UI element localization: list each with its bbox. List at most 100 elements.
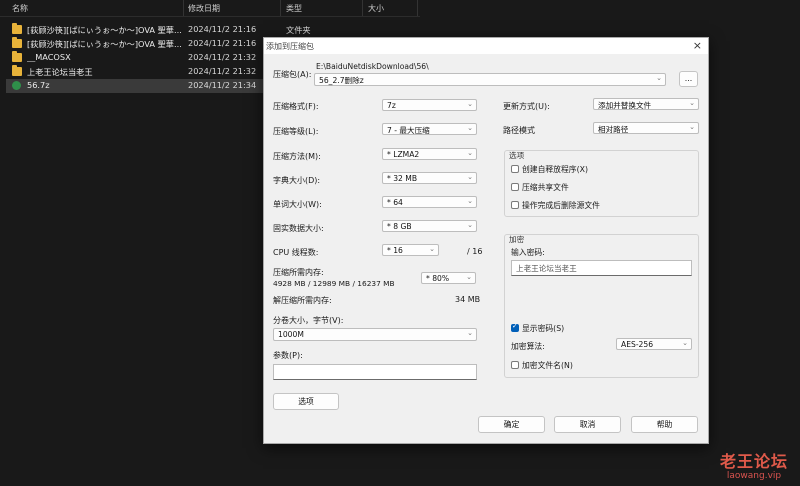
- column-divider[interactable]: [362, 0, 363, 16]
- update-select[interactable]: 添加并替换文件 ⌄: [593, 98, 699, 110]
- decompress-value: 34 MB: [455, 295, 481, 304]
- level-value: 7 - 最大压缩: [387, 126, 430, 135]
- split-combo[interactable]: 1000M ⌄: [273, 328, 477, 341]
- level-select[interactable]: 7 - 最大压缩 ⌄: [382, 123, 477, 135]
- chevron-down-icon: ⌄: [467, 329, 473, 337]
- chevron-down-icon: ⌄: [467, 124, 473, 132]
- password-input[interactable]: 上老王论坛当老王: [511, 260, 692, 276]
- chevron-down-icon: ⌄: [656, 74, 662, 82]
- update-value: 添加并替换文件: [598, 101, 652, 110]
- folder-icon: [12, 51, 22, 62]
- dict-select[interactable]: * 32 MB ⌄: [382, 172, 477, 184]
- encrypt-names-label: 加密文件名(N): [522, 361, 573, 370]
- split-value: 1000M: [278, 330, 304, 339]
- folder-icon: [12, 37, 22, 48]
- dialog-title: 添加到压缩包: [266, 42, 314, 51]
- params-input[interactable]: [273, 364, 477, 380]
- site-watermark-logo: 老王论坛 laowang.vip: [716, 453, 792, 482]
- file-date: 2024/11/2 21:34: [188, 80, 257, 90]
- format-label: 压缩格式(F):: [273, 102, 319, 111]
- archive-label: 压缩包(A):: [273, 70, 312, 79]
- file-name: 56.7z: [27, 80, 50, 90]
- help-button[interactable]: 帮助: [631, 416, 698, 433]
- close-icon[interactable]: ×: [693, 39, 702, 53]
- format-select[interactable]: 7z ⌄: [382, 99, 477, 111]
- threads-label: CPU 线程数:: [273, 248, 319, 257]
- solid-value: * 8 GB: [387, 222, 412, 231]
- folder-icon: [12, 23, 22, 34]
- chevron-down-icon: ⌄: [689, 99, 695, 107]
- dialog-titlebar[interactable]: 添加到压缩包 ×: [264, 38, 708, 54]
- password-label: 输入密码:: [511, 248, 545, 257]
- memory-select[interactable]: * 80% ⌄: [421, 272, 476, 284]
- browse-button[interactable]: ...: [679, 71, 698, 87]
- file-row[interactable]: [荻顾沙筷][ばにぃうぉ～か～]OVA 聖華... 2024/11/2 21:1…: [6, 23, 311, 37]
- column-size[interactable]: 大小: [368, 3, 384, 14]
- column-header: 名称 修改日期 类型 大小: [0, 0, 420, 17]
- encrypt-names-checkbox[interactable]: [511, 361, 519, 369]
- file-date: 2024/11/2 21:16: [188, 24, 257, 34]
- file-row-selected[interactable]: 56.7z 2024/11/2 21:34: [6, 79, 283, 93]
- options-group-title: 选项: [509, 151, 525, 160]
- show-password-checkbox[interactable]: [511, 322, 519, 332]
- word-select[interactable]: * 64 ⌄: [382, 196, 477, 208]
- watermark-url: laowang.vip: [726, 471, 782, 481]
- memory-label: 压缩所需内存:: [273, 268, 324, 277]
- encryption-method-select[interactable]: AES-256 ⌄: [616, 338, 692, 350]
- sfx-checkbox[interactable]: [511, 165, 519, 173]
- chevron-down-icon: ⌄: [467, 100, 473, 108]
- file-name: [荻顾沙筷][ばにぃうぉ～か～]OVA 聖華...: [27, 25, 182, 35]
- watermark-title: 老王论坛: [719, 452, 788, 471]
- file-date: 2024/11/2 21:16: [188, 38, 257, 48]
- split-label: 分卷大小，字节(V):: [273, 316, 344, 325]
- word-value: * 64: [387, 198, 403, 207]
- column-divider[interactable]: [280, 0, 281, 16]
- file-row[interactable]: 上老王论坛当老王 2024/11/2 21:32: [6, 65, 283, 79]
- file-row[interactable]: [荻顾沙筷][ばにぃうぉ～か～]OVA 聖華... 2024/11/2 21:1…: [6, 37, 283, 51]
- delete-label: 操作完成后删除源文件: [522, 201, 600, 210]
- params-label: 参数(P):: [273, 351, 303, 360]
- solid-select[interactable]: * 8 GB ⌄: [382, 220, 477, 232]
- word-label: 单词大小(W):: [273, 200, 322, 209]
- memory-detail: 4928 MB / 12989 MB / 16237 MB: [273, 279, 395, 288]
- chevron-down-icon: ⌄: [682, 339, 688, 347]
- file-name: [荻顾沙筷][ばにぃうぉ～か～]OVA 聖華...: [27, 39, 182, 49]
- column-name[interactable]: 名称: [12, 3, 28, 14]
- memory-value: * 80%: [426, 274, 450, 283]
- level-label: 压缩等级(L):: [273, 127, 319, 136]
- chevron-down-icon: ⌄: [429, 245, 435, 253]
- chevron-down-icon: ⌄: [467, 149, 473, 157]
- dict-value: * 32 MB: [387, 174, 418, 183]
- threads-max: / 16: [467, 247, 483, 256]
- column-divider[interactable]: [183, 0, 184, 16]
- options-button[interactable]: 选项: [273, 393, 339, 410]
- file-row[interactable]: __MACOSX 2024/11/2 21:32: [6, 51, 283, 65]
- file-type: 文件夹: [286, 25, 311, 35]
- pathmode-select[interactable]: 相对路径 ⌄: [593, 122, 699, 134]
- add-to-archive-dialog: 添加到压缩包 × 压缩包(A): E:\BaiduNetdiskDownload…: [263, 37, 709, 444]
- chevron-down-icon: ⌄: [467, 173, 473, 181]
- options-group: 选项 创建自释放程序(X) 压缩共享文件 操作完成后删除源文件: [504, 150, 699, 217]
- column-divider[interactable]: [417, 0, 418, 16]
- archive-name-combo[interactable]: 56_2.7删除z ⌄: [314, 73, 666, 86]
- archive-path: E:\BaiduNetdiskDownload\56\: [316, 62, 429, 71]
- chevron-down-icon: ⌄: [466, 273, 472, 281]
- cancel-button[interactable]: 取消: [554, 416, 621, 433]
- password-value: 上老王论坛当老王: [516, 264, 577, 273]
- file-date: 2024/11/2 21:32: [188, 52, 257, 62]
- solid-label: 固实数据大小:: [273, 224, 324, 233]
- archive-name-value: 56_2.7删除z: [319, 76, 364, 85]
- format-value: 7z: [387, 101, 396, 110]
- folder-icon: [12, 65, 22, 76]
- method-select[interactable]: * LZMA2 ⌄: [382, 148, 477, 160]
- threads-select[interactable]: * 16 ⌄: [382, 244, 439, 256]
- column-date[interactable]: 修改日期: [188, 3, 220, 14]
- encryption-group-title: 加密: [509, 235, 525, 244]
- sfx-label: 创建自释放程序(X): [522, 165, 589, 174]
- chevron-down-icon: ⌄: [689, 123, 695, 131]
- column-type[interactable]: 类型: [286, 3, 302, 14]
- shared-checkbox[interactable]: [511, 183, 519, 191]
- ok-button[interactable]: 确定: [478, 416, 545, 433]
- decompress-label: 解压缩所需内存:: [273, 296, 332, 305]
- delete-checkbox[interactable]: [511, 201, 519, 209]
